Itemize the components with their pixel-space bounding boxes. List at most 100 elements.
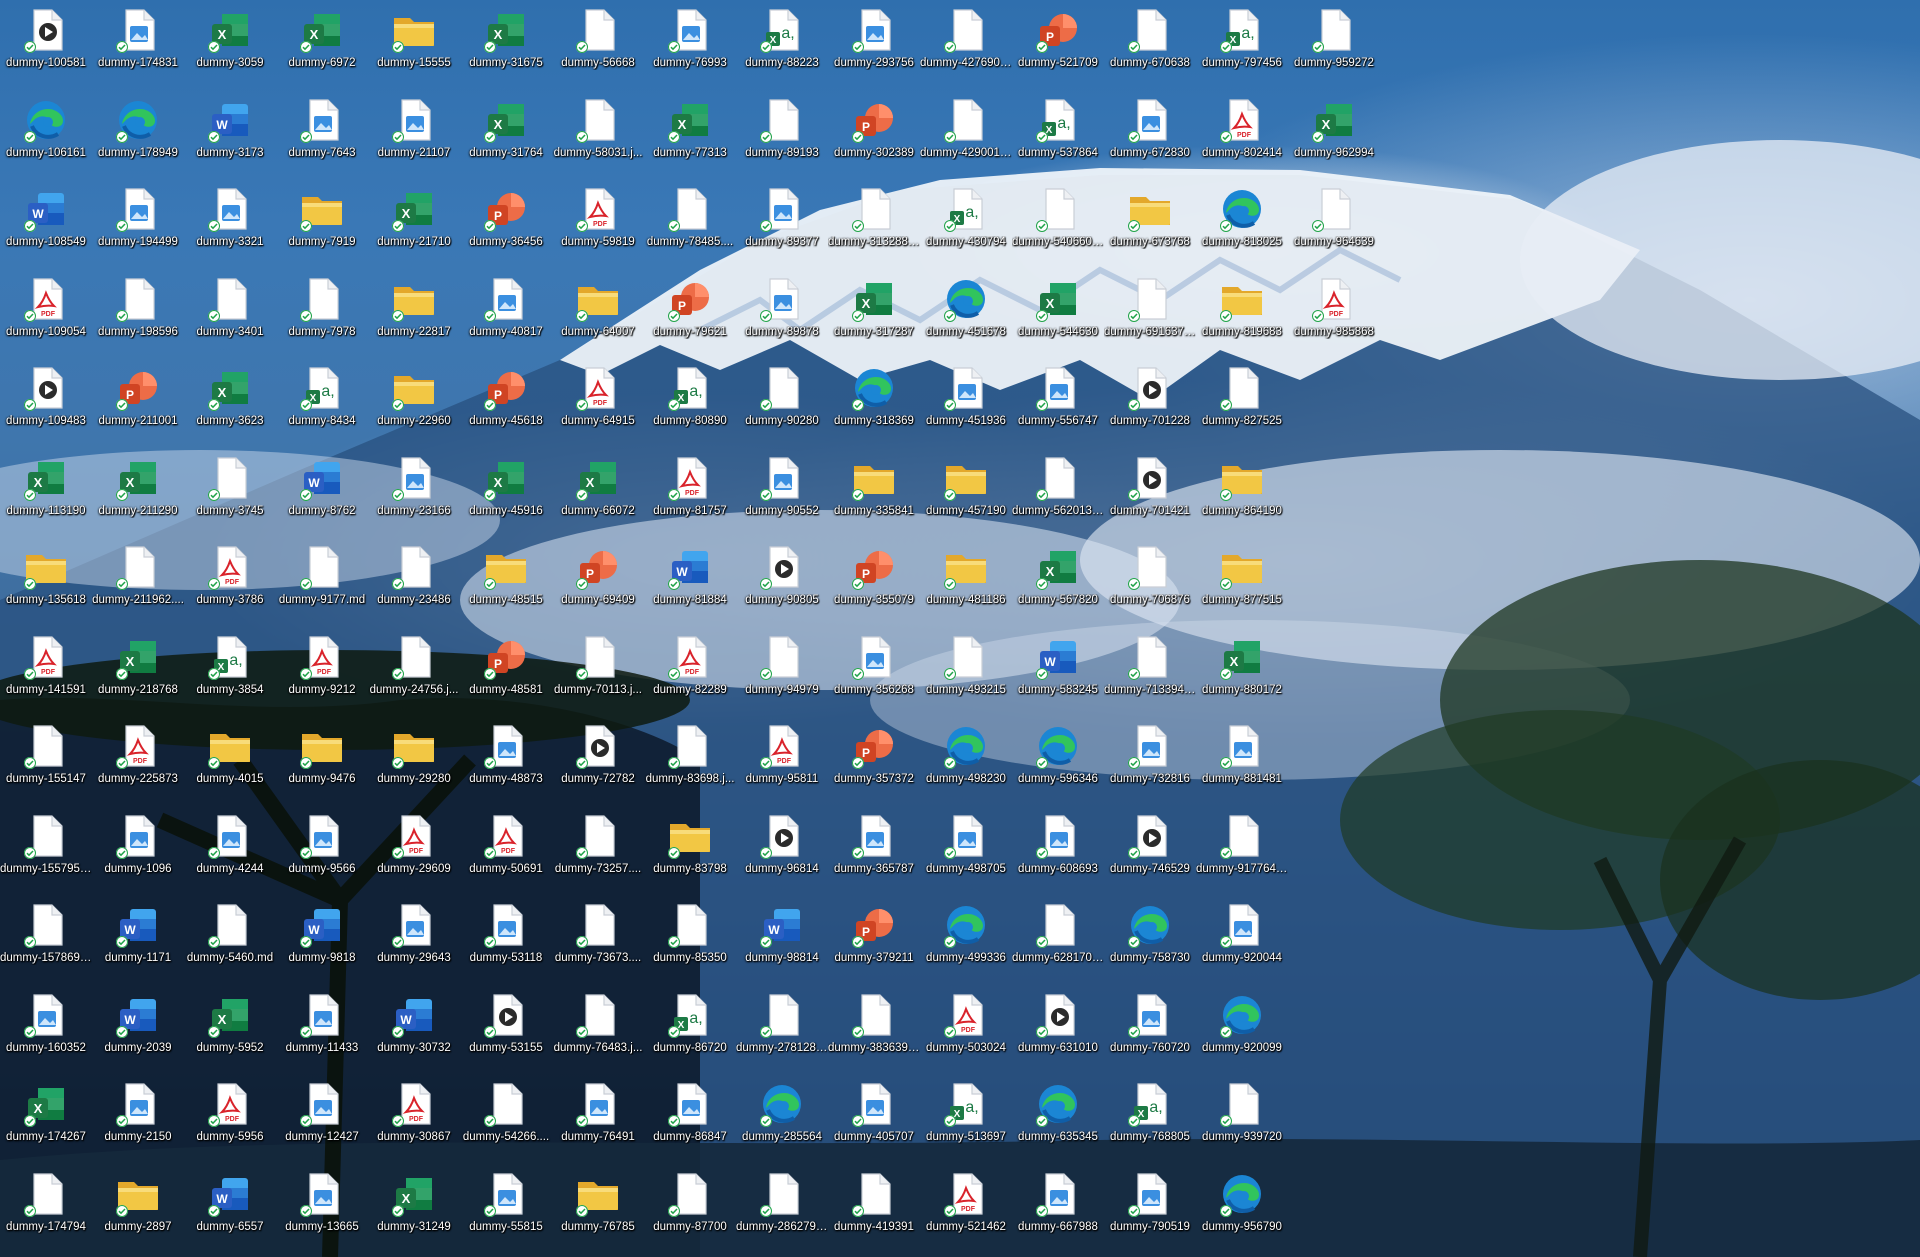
desktop-icon-pdf[interactable]: PDF dummy-5956: [184, 1074, 276, 1160]
desktop-icon-file[interactable]: dummy-85350: [644, 895, 736, 981]
desktop-icon-file[interactable]: dummy-3401: [184, 269, 276, 355]
desktop-icon-ppt[interactable]: Pdummy-45618: [460, 358, 552, 444]
desktop-icon-folder[interactable]: dummy-29280: [368, 716, 460, 802]
desktop-icon-image[interactable]: dummy-89377: [736, 179, 828, 265]
desktop-icon-excel[interactable]: Xdummy-21710: [368, 179, 460, 265]
desktop-icon-pdf[interactable]: PDF dummy-64915: [552, 358, 644, 444]
desktop-icon-file[interactable]: dummy-70113.j...: [552, 627, 644, 713]
desktop-icon-excel[interactable]: Xdummy-317287: [828, 269, 920, 355]
desktop-icon-excel[interactable]: Xdummy-544630: [1012, 269, 1104, 355]
desktop-icon-csv[interactable]: a, X dummy-88223: [736, 0, 828, 86]
desktop-icon-video[interactable]: dummy-53155: [460, 985, 552, 1071]
desktop-icon-file[interactable]: dummy-939720: [1196, 1074, 1288, 1160]
desktop-icon-edge[interactable]: dummy-318369: [828, 358, 920, 444]
desktop-icon-file[interactable]: dummy-3745: [184, 448, 276, 534]
desktop-icon-pdf[interactable]: PDF dummy-521462: [920, 1164, 1012, 1250]
desktop-icon-file[interactable]: dummy-429001....: [920, 90, 1012, 176]
desktop-icon-word[interactable]: Wdummy-6557: [184, 1164, 276, 1250]
desktop-icon-image[interactable]: dummy-76993: [644, 0, 736, 86]
desktop-icon-file[interactable]: dummy-427690....: [920, 0, 1012, 86]
desktop-icon-video[interactable]: dummy-701421: [1104, 448, 1196, 534]
desktop-icon-image[interactable]: dummy-89878: [736, 269, 828, 355]
desktop-icon-word[interactable]: Wdummy-583245: [1012, 627, 1104, 713]
desktop-icon-image[interactable]: dummy-920044: [1196, 895, 1288, 981]
desktop-icon-image[interactable]: dummy-48873: [460, 716, 552, 802]
desktop-icon-image[interactable]: dummy-881481: [1196, 716, 1288, 802]
desktop-icon-video[interactable]: dummy-90805: [736, 537, 828, 623]
desktop-icon-excel[interactable]: Xdummy-3059: [184, 0, 276, 86]
desktop-icon-folder[interactable]: dummy-864190: [1196, 448, 1288, 534]
desktop-icon-folder[interactable]: dummy-819683: [1196, 269, 1288, 355]
desktop-icon-ppt[interactable]: Pdummy-48581: [460, 627, 552, 713]
desktop-icon-image[interactable]: dummy-498705: [920, 806, 1012, 892]
desktop-icon-image[interactable]: dummy-760720: [1104, 985, 1196, 1071]
desktop-icon-file[interactable]: dummy-90280: [736, 358, 828, 444]
desktop-icon-pdf[interactable]: PDF dummy-30867: [368, 1074, 460, 1160]
desktop-icon-file[interactable]: dummy-211962....: [92, 537, 184, 623]
desktop-icon-file[interactable]: dummy-419391: [828, 1164, 920, 1250]
desktop-icon-csv[interactable]: a, X dummy-80890: [644, 358, 736, 444]
desktop-icon-csv[interactable]: a, X dummy-8434: [276, 358, 368, 444]
desktop-icon-file[interactable]: dummy-87700: [644, 1164, 736, 1250]
desktop-icon-file[interactable]: dummy-713394....: [1104, 627, 1196, 713]
desktop-icon-folder[interactable]: dummy-48515: [460, 537, 552, 623]
desktop-icon-image[interactable]: dummy-672830: [1104, 90, 1196, 176]
desktop-icon-file[interactable]: dummy-54266....: [460, 1074, 552, 1160]
desktop-icon-file[interactable]: dummy-917764....: [1196, 806, 1288, 892]
desktop-icon-csv[interactable]: a, X dummy-768805: [1104, 1074, 1196, 1160]
desktop-icon-image[interactable]: dummy-90552: [736, 448, 828, 534]
desktop-icon-word[interactable]: Wdummy-98814: [736, 895, 828, 981]
desktop-icon-word[interactable]: Wdummy-3173: [184, 90, 276, 176]
desktop-icon-pdf[interactable]: PDF dummy-95811: [736, 716, 828, 802]
desktop-icon-image[interactable]: dummy-4244: [184, 806, 276, 892]
desktop-icon-word[interactable]: Wdummy-9818: [276, 895, 368, 981]
desktop-icon-file[interactable]: dummy-76483.j...: [552, 985, 644, 1071]
desktop-icon-image[interactable]: dummy-9566: [276, 806, 368, 892]
desktop-icon-file[interactable]: dummy-24756.j...: [368, 627, 460, 713]
desktop-icon-image[interactable]: dummy-55815: [460, 1164, 552, 1250]
desktop-icon-edge[interactable]: dummy-596346: [1012, 716, 1104, 802]
desktop-icon-folder[interactable]: dummy-2897: [92, 1164, 184, 1250]
desktop-icon-file[interactable]: dummy-706876: [1104, 537, 1196, 623]
desktop-icon-excel[interactable]: Xdummy-218768: [92, 627, 184, 713]
desktop-icon-pdf[interactable]: PDF dummy-985868: [1288, 269, 1380, 355]
desktop-icon-ppt[interactable]: Pdummy-355079: [828, 537, 920, 623]
desktop-icon-excel[interactable]: Xdummy-6972: [276, 0, 368, 86]
desktop-icon-image[interactable]: dummy-732816: [1104, 716, 1196, 802]
desktop-icon-ppt[interactable]: Pdummy-36456: [460, 179, 552, 265]
desktop-icon-excel[interactable]: Xdummy-962994: [1288, 90, 1380, 176]
desktop-icon-image[interactable]: dummy-2150: [92, 1074, 184, 1160]
desktop-icon-excel[interactable]: Xdummy-211290: [92, 448, 184, 534]
desktop-icon-image[interactable]: dummy-667988: [1012, 1164, 1104, 1250]
desktop-icon-file[interactable]: dummy-58031.j...: [552, 90, 644, 176]
desktop-icon-image[interactable]: dummy-86847: [644, 1074, 736, 1160]
desktop-icon-image[interactable]: dummy-1096: [92, 806, 184, 892]
desktop-icon-image[interactable]: dummy-40817: [460, 269, 552, 355]
desktop-icon-edge[interactable]: dummy-818025: [1196, 179, 1288, 265]
desktop-icon-video[interactable]: dummy-701228: [1104, 358, 1196, 444]
desktop-icon-file[interactable]: dummy-964639: [1288, 179, 1380, 265]
desktop-icon-folder[interactable]: dummy-335841: [828, 448, 920, 534]
desktop-icon-image[interactable]: dummy-194499: [92, 179, 184, 265]
desktop-icon-ppt[interactable]: Pdummy-79621: [644, 269, 736, 355]
desktop-icon-pdf[interactable]: PDF dummy-503024: [920, 985, 1012, 1071]
desktop-icon-image[interactable]: dummy-13665: [276, 1164, 368, 1250]
desktop-icon-video[interactable]: dummy-72782: [552, 716, 644, 802]
desktop-icon-image[interactable]: dummy-365787: [828, 806, 920, 892]
desktop-icon-file[interactable]: dummy-7978: [276, 269, 368, 355]
desktop-icon-image[interactable]: dummy-174831: [92, 0, 184, 86]
desktop-icon-csv[interactable]: a, X dummy-430794: [920, 179, 1012, 265]
desktop-icon-edge[interactable]: dummy-498230: [920, 716, 1012, 802]
desktop-icon-video[interactable]: dummy-109483: [0, 358, 92, 444]
desktop-icon-file[interactable]: dummy-5460.md: [184, 895, 276, 981]
desktop-icon-image[interactable]: dummy-356268: [828, 627, 920, 713]
desktop-icon-image[interactable]: dummy-3321: [184, 179, 276, 265]
desktop-icon-image[interactable]: dummy-556747: [1012, 358, 1104, 444]
desktop-icon-pdf[interactable]: PDF dummy-9212: [276, 627, 368, 713]
desktop-icon-edge[interactable]: dummy-178949: [92, 90, 184, 176]
desktop-icon-file[interactable]: dummy-383639....: [828, 985, 920, 1071]
desktop-icon-excel[interactable]: Xdummy-31675: [460, 0, 552, 86]
desktop-icon-word[interactable]: Wdummy-81884: [644, 537, 736, 623]
desktop-icon-excel[interactable]: Xdummy-31249: [368, 1164, 460, 1250]
desktop-icon-folder[interactable]: dummy-22817: [368, 269, 460, 355]
